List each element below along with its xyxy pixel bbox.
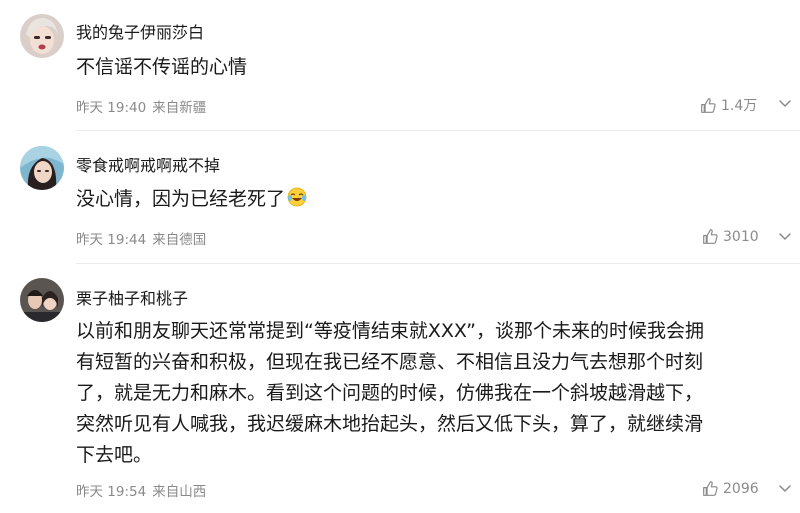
more-icon[interactable] [778,229,792,243]
location: 来自新疆 [152,100,207,116]
like-button[interactable]: 3010 [702,228,759,245]
username[interactable]: 零食戒啊戒啊戒不掉 [76,152,220,176]
like-count: 1.4万 [721,98,758,114]
comment-text: 没心情，因为已经老死了 [76,184,307,215]
comment-meta: 昨天 19:54 来自山西 [76,480,206,500]
comment-meta: 昨天 19:40 来自新疆 [76,96,206,116]
username[interactable]: 栗子柚子和桃子 [76,285,188,309]
avatar[interactable] [20,14,64,58]
comment-text-line: 有短暂的兴奋和积极，但现在我已经不愿意、不相信且没力气去想那个时刻 [76,351,704,373]
more-icon[interactable] [778,481,792,495]
laughing-crying-emoji [287,187,307,207]
more-icon[interactable] [778,96,792,110]
divider [76,130,800,131]
comment-text: 不信谣不传谣的心情 [76,56,248,78]
timestamp: 昨天 19:54 [76,484,147,500]
like-button[interactable]: 2096 [702,480,759,497]
timestamp: 昨天 19:44 [76,232,147,248]
comment-text: 以前和朋友聊天还常常提到“等疫情结束就XXX”，谈那个未来的时候我会拥 有短暂的… [76,316,704,471]
comment-meta: 昨天 19:44 来自德国 [76,228,206,248]
location: 来自山西 [152,484,207,500]
location: 来自德国 [152,232,207,248]
avatar[interactable] [20,146,64,190]
like-button[interactable]: 1.4万 [700,95,757,115]
comment-text-line: 以前和朋友聊天还常常提到“等疫情结束就XXX”，谈那个未来的时候我会拥 [76,320,704,342]
comment-text-line: 了，就是无力和麻木。看到这个问题的时候，仿佛我在一个斜坡越滑越下， [76,382,704,404]
comment-text-line: 下去吧。 [76,444,153,466]
thumbs-up-icon [703,481,718,496]
timestamp: 昨天 19:40 [76,100,147,116]
like-count: 3010 [723,228,759,245]
thumbs-up-icon [703,229,718,244]
thumbs-up-icon [701,97,716,113]
divider [76,263,800,264]
like-count: 2096 [723,480,759,497]
comment-text-body: 没心情，因为已经老死了 [76,188,286,210]
username[interactable]: 我的兔子伊丽莎白 [76,19,204,43]
comment-text-line: 突然听见有人喊我，我迟缓麻木地抬起头，然后又低下头，算了，就继续滑 [76,413,704,435]
avatar[interactable] [20,278,64,322]
